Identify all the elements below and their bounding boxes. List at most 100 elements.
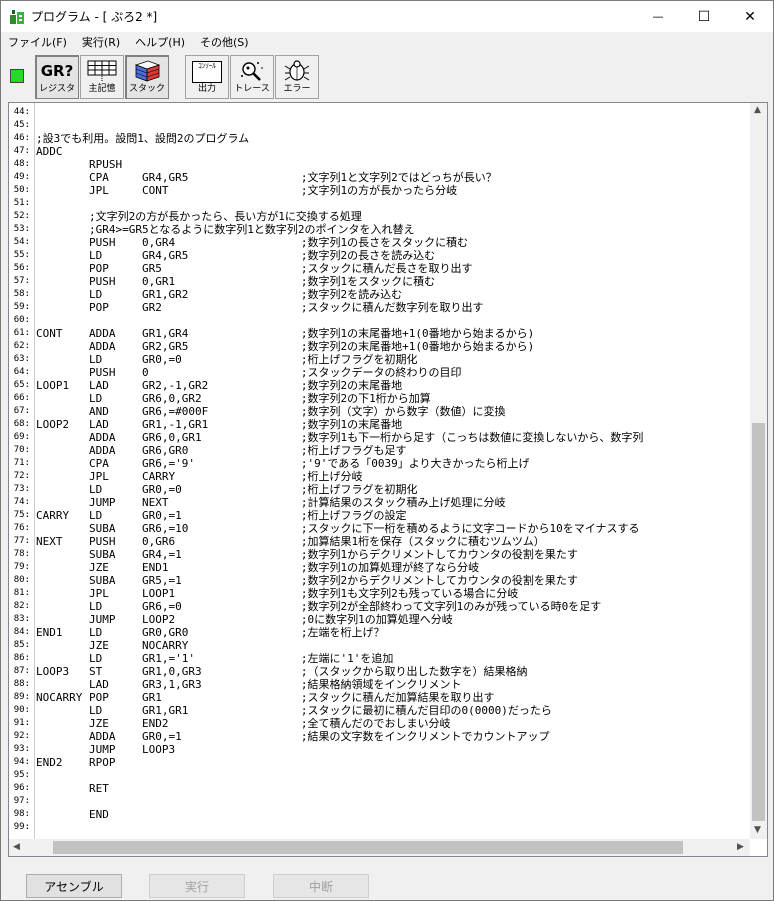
code-line[interactable]: JUMP LOOP3 (36, 743, 175, 756)
assemble-button[interactable]: アセンブル (26, 874, 122, 898)
code-line[interactable]: JUMP LOOP2 ;0に数字列1の加算処理へ分岐 (36, 613, 453, 626)
maximize-icon: ☐ (697, 8, 711, 25)
code-line[interactable]: RPUSH (36, 158, 122, 171)
register-button[interactable]: GR? レジスタ (35, 55, 79, 99)
line-number: 85: (13, 640, 30, 650)
close-button[interactable]: ✕ (727, 1, 773, 32)
code-line[interactable]: END2 RPOP (36, 756, 115, 769)
line-number: 58: (13, 289, 30, 299)
line-number: 78: (13, 549, 30, 559)
code-line[interactable]: JUMP NEXT ;計算結果のスタック積み上げ処理に分岐 (36, 496, 506, 509)
horizontal-scrollbar[interactable]: ◀ ▶ (9, 839, 750, 856)
code-line[interactable]: END1 LD GR0,GR0 ;左端を桁上げ？ (36, 626, 385, 639)
code-line[interactable]: LAD GR3,1,GR3 ;結果格納領域をインクリメント (36, 678, 462, 691)
code-line[interactable]: CPA GR6,='9' ;'9'である「0039」より大きかったら桁上げ (36, 457, 530, 470)
run-button[interactable]: 実行 (149, 874, 245, 898)
toolbar: GR? レジスタ 主記憶 スタック ｺﾝｿｰﾙ 出力 トレース エラー (1, 52, 773, 100)
line-number: 59: (13, 302, 30, 312)
code-line[interactable]: ADDA GR2,GR5 ;数字列2の末尾番地+1(0番地から始まるから) (36, 340, 534, 353)
code-line[interactable]: LD GR0,=0 ;桁上げフラグを初期化 (36, 353, 418, 366)
title-bar[interactable]: プログラム - [ ぷろ2 *] — ☐ ✕ (1, 1, 773, 32)
code-line[interactable]: PUSH 0,GR4 ;数字列1の長さをスタックに積む (36, 236, 468, 249)
line-number: 64: (13, 367, 30, 377)
close-icon: ✕ (744, 8, 756, 25)
code-line[interactable]: SUBA GR5,=1 ;数字列2からデクリメントしてカウンタの役割を果たす (36, 574, 578, 587)
code-line[interactable]: LD GR1,GR2 ;数字列2を読み込む (36, 288, 402, 301)
code-line[interactable]: ;設3でも利用。設問1、設問2のプログラム (36, 132, 249, 145)
memory-button[interactable]: 主記憶 (80, 55, 124, 99)
line-number: 96: (13, 783, 30, 793)
code-line[interactable]: LOOP2 LAD GR1,-1,GR1 ;数字列1の末尾番地 (36, 418, 402, 431)
line-number: 48: (13, 159, 30, 169)
line-number: 81: (13, 588, 30, 598)
code-line[interactable]: PUSH 0,GR1 ;数字列1をスタックに積む (36, 275, 435, 288)
scroll-down-icon[interactable]: ▼ (754, 825, 761, 835)
stop-button[interactable]: 中断 (273, 874, 369, 898)
code-line[interactable]: LOOP1 LAD GR2,-1,GR2 ;数字列2の末尾番地 (36, 379, 402, 392)
maximize-button[interactable]: ☐ (681, 1, 727, 32)
line-number: 93: (13, 744, 30, 754)
line-number: 65: (13, 380, 30, 390)
code-line[interactable]: LD GR1,GR1 ;スタックに最初に積んだ目印の0(0000)だったら (36, 704, 552, 717)
code-line[interactable]: ;文字列2の方が長かったら、長い方が1に交換する処理 (36, 210, 362, 223)
vertical-scrollbar[interactable]: ▲ ▼ (750, 103, 767, 839)
line-number: 57: (13, 276, 30, 286)
code-line[interactable]: AND GR6,=#000F ;数字列（文字）から数字（数値）に変換 (36, 405, 506, 418)
menu-file[interactable]: ファイル(F) (1, 34, 75, 50)
code-line[interactable]: POP GR5 ;スタックに積んだ長さを取り出す (36, 262, 473, 275)
code-line[interactable]: JPL CONT ;文字列1の方が長かったら分岐 (36, 184, 457, 197)
line-number: 91: (13, 718, 30, 728)
code-line[interactable]: ;GR4>=GR5となるように数字列1と数字列2のポインタを入れ替え (36, 223, 415, 236)
trace-button[interactable]: トレース (230, 55, 274, 99)
output-button[interactable]: ｺﾝｿｰﾙ 出力 (185, 55, 229, 99)
line-number: 45: (13, 120, 30, 130)
line-number: 90: (13, 705, 30, 715)
code-line[interactable]: JPL CARRY ;桁上げ分岐 (36, 470, 363, 483)
code-editor[interactable]: 44: 45: 46: 47: 48: 49: 50: 51: 52: 53: 54: 55: 56: 5… (8, 102, 768, 857)
line-number: 44: (13, 107, 30, 117)
menu-help[interactable]: ヘルプ(H) (128, 34, 193, 50)
code-line[interactable]: LD GR4,GR5 ;数字列2の長さを読み込む (36, 249, 435, 262)
code-line[interactable]: ADDA GR0,=1 ;結果の文字数をインクリメントでカウントアップ (36, 730, 550, 743)
code-line[interactable]: JZE END1 ;数字列1の加算処理が終了なら分岐 (36, 561, 479, 574)
code-line[interactable]: END (36, 808, 109, 821)
code-line[interactable]: LD GR6,=0 ;数字列2が全部終わって文字列1のみが残っている時0を足す (36, 600, 601, 613)
code-text-area[interactable]: ;設3でも利用。設問1、設問2のプログラム ADDC RPUSH CPA GR4,… (36, 103, 750, 839)
code-line[interactable]: ADDA GR6,GR0 ;桁上げフラグも足す (36, 444, 407, 457)
vertical-scroll-thumb[interactable] (752, 423, 765, 821)
code-line[interactable]: JZE END2 ;全て積んだのでおしまい分岐 (36, 717, 451, 730)
code-line[interactable]: LOOP3 ST GR1,0,GR3 ;（スタックから取り出した数字を）結果格納 (36, 665, 528, 678)
line-number: 63: (13, 354, 30, 364)
code-line[interactable]: JZE NOCARRY (36, 639, 188, 652)
code-line[interactable]: NOCARRY POP GR1 ;スタックに積んだ加算結果を取り出す (36, 691, 495, 704)
error-button[interactable]: エラー (275, 55, 319, 99)
code-line[interactable]: LD GR6,0,GR2 ;数字列2の下1桁から加算 (36, 392, 431, 405)
menu-run[interactable]: 実行(R) (75, 34, 128, 50)
code-line[interactable]: SUBA GR4,=1 ;数字列1からデクリメントしてカウンタの役割を果たす (36, 548, 578, 561)
minimize-button[interactable]: — (635, 1, 681, 32)
code-line[interactable]: RET (36, 782, 109, 795)
stack-button[interactable]: スタック (125, 55, 169, 99)
window-title: プログラム - [ ぷろ2 *] (31, 10, 158, 24)
line-number: 69: (13, 432, 30, 442)
code-line[interactable]: PUSH 0 ;スタックデータの終わりの目印 (36, 366, 462, 379)
horizontal-scroll-thumb[interactable] (53, 841, 683, 854)
code-line[interactable]: CPA GR4,GR5 ;文字列1と文字列2ではどっちが長い？ (36, 171, 497, 184)
line-number: 88: (13, 679, 30, 689)
menu-other[interactable]: その他(S) (193, 34, 257, 50)
code-line[interactable]: CONT ADDA GR1,GR4 ;数字列1の末尾番地+1(0番地から始まるか… (36, 327, 534, 340)
code-line[interactable]: ADDC (36, 145, 63, 158)
code-line[interactable]: CARRY LD GR0,=1 ;桁上げフラグの設定 (36, 509, 407, 522)
code-line[interactable]: LD GR1,='1' ;左端に'1'を追加 (36, 652, 393, 665)
scroll-left-icon[interactable]: ◀ (13, 842, 20, 852)
code-line[interactable]: LD GR0,=0 ;桁上げフラグを初期化 (36, 483, 418, 496)
code-line[interactable]: SUBA GR6,=10 ;スタックに下一桁を積めるように文字コードから10をマ… (36, 522, 640, 535)
scroll-right-icon[interactable]: ▶ (737, 842, 744, 852)
line-number: 87: (13, 666, 30, 676)
code-line[interactable]: JPL LOOP1 ;数字列1も文字列2も残っている場合に分岐 (36, 587, 518, 600)
code-line[interactable]: NEXT PUSH 0,GR6 ;加算結果1桁を保存（スタックに積むツムツム） (36, 535, 545, 548)
code-line[interactable]: POP GR2 ;スタックに積んだ数字列を取り出す (36, 301, 484, 314)
code-line[interactable]: ADDA GR6,0,GR1 ;数字列1も下一桁から足す（こっちは数値に変換しな… (36, 431, 643, 444)
console-output-icon: ｺﾝｿｰﾙ (192, 61, 222, 83)
scroll-up-icon[interactable]: ▲ (754, 105, 761, 115)
